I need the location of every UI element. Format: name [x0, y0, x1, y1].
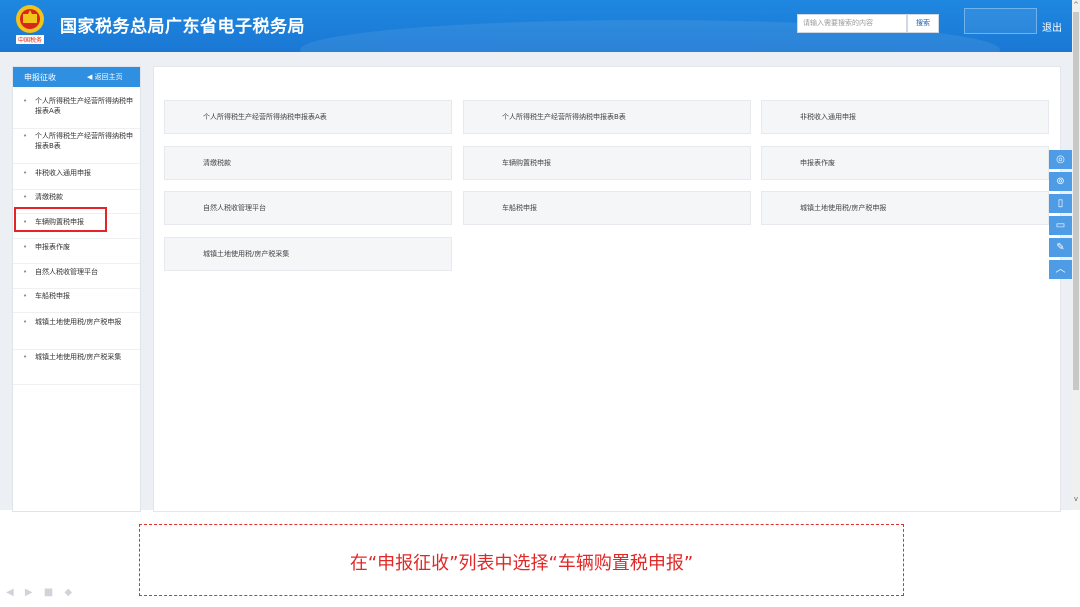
- card-pit-b[interactable]: 个人所得税生产经营所得纳税申报表B表: [463, 100, 751, 134]
- bullet-icon: •: [23, 292, 28, 300]
- sidebar-item-label: 清缴税款: [35, 193, 63, 201]
- sidebar-title: 申报征收: [24, 73, 56, 82]
- tablet-icon[interactable]: ▭: [1049, 216, 1072, 235]
- sidebar-header: 申报征收 ◀ 返回主页: [13, 67, 140, 87]
- back-arrow-icon: ◀: [87, 73, 95, 81]
- caption-text: 在“申报征收”列表中选择“车辆购置税申报”: [349, 553, 694, 574]
- sidebar-item-label: 车船税申报: [35, 292, 70, 300]
- slide-nav-icons[interactable]: ◀ ▶ ■ ◆: [6, 587, 76, 598]
- search-input[interactable]: 请输入需要搜索的内容: [797, 14, 907, 33]
- content-panel: 个人所得税生产经营所得纳税申报表A表 个人所得税生产经营所得纳税申报表B表 非税…: [153, 66, 1061, 512]
- bullet-icon: •: [23, 97, 28, 105]
- bullet-icon: •: [23, 318, 28, 326]
- weibo-icon[interactable]: ⊚: [1049, 172, 1072, 191]
- sidebar-item-land-tax-declare[interactable]: • 城镇土地使用税/房产税申报: [13, 317, 140, 350]
- card-vehicle-vessel-tax[interactable]: 车船税申报: [463, 191, 751, 225]
- emblem-text: 中国税务: [18, 36, 42, 44]
- bullet-icon: •: [23, 169, 28, 177]
- side-toolbar: ◎ ⊚ ▯ ▭ ✎ ︿: [1049, 150, 1072, 282]
- search-button[interactable]: 搜索: [907, 14, 939, 33]
- return-home-link[interactable]: ◀ 返回主页: [87, 72, 123, 82]
- sidebar-item-label: 自然人税收管理平台: [35, 268, 98, 276]
- sidebar-item-pit-b[interactable]: • 个人所得税生产经营所得纳税申报表B表: [13, 131, 140, 164]
- sidebar-item-label: 个人所得税生产经营所得纳税申报表A表: [35, 97, 133, 115]
- sidebar-item-label: 申报表作废: [35, 243, 70, 251]
- scrollbar-thumb[interactable]: [1073, 12, 1079, 390]
- card-vehicle-purchase-tax[interactable]: 车辆购置税申报: [463, 146, 751, 180]
- card-land-tax-declare[interactable]: 城镇土地使用税/房产税申报: [761, 191, 1049, 225]
- bullet-icon: •: [23, 193, 28, 201]
- card-natural-person[interactable]: 自然人税收管理平台: [164, 191, 452, 225]
- sidebar-item-pit-a[interactable]: • 个人所得税生产经营所得纳税申报表A表: [13, 96, 140, 129]
- site-title: 国家税务总局广东省电子税务局: [60, 17, 305, 37]
- sidebar-item-label: 非税收入通用申报: [35, 169, 91, 177]
- sidebar-item-vehicle-vessel-tax[interactable]: • 车船税申报: [13, 291, 140, 313]
- sidebar-item-non-tax[interactable]: • 非税收入通用申报: [13, 168, 140, 190]
- page-scrollbar[interactable]: ^ v: [1072, 0, 1080, 510]
- sidebar-item-void-declaration[interactable]: • 申报表作废: [13, 242, 140, 264]
- sidebar-item-label: 个人所得税生产经营所得纳税申报表B表: [35, 132, 133, 150]
- bullet-icon: •: [23, 243, 28, 251]
- bullet-icon: •: [23, 268, 28, 276]
- logout-link[interactable]: 退出: [1042, 19, 1062, 34]
- bullet-icon: •: [23, 353, 28, 361]
- edit-icon[interactable]: ✎: [1049, 238, 1072, 257]
- tax-emblem-logo: 中国税务: [16, 5, 44, 44]
- sidebar-item-land-tax-collect[interactable]: • 城镇土地使用税/房产税采集: [13, 352, 140, 385]
- instruction-caption: 在“申报征收”列表中选择“车辆购置税申报”: [139, 524, 904, 596]
- card-void-declaration[interactable]: 申报表作废: [761, 146, 1049, 180]
- sidebar-item-natural-person[interactable]: • 自然人税收管理平台: [13, 267, 140, 289]
- wechat-icon[interactable]: ◎: [1049, 150, 1072, 169]
- bullet-icon: •: [23, 132, 28, 140]
- scroll-down-icon[interactable]: v: [1072, 494, 1080, 504]
- card-pit-a[interactable]: 个人所得税生产经营所得纳税申报表A表: [164, 100, 452, 134]
- scroll-up-icon[interactable]: ^: [1072, 0, 1080, 10]
- highlight-box: [14, 207, 107, 232]
- sidebar-item-label: 城镇土地使用税/房产税申报: [35, 318, 122, 326]
- return-home-label: 返回主页: [94, 73, 123, 81]
- main-area: 申报征收 ◀ 返回主页 • 个人所得税生产经营所得纳税申报表A表 • 个人所得税…: [0, 52, 1072, 512]
- header-bar: 中国税务 国家税务总局广东省电子税务局 请输入需要搜索的内容 搜索 退出: [0, 0, 1072, 52]
- sidebar-item-label: 城镇土地使用税/房产税采集: [35, 353, 122, 361]
- mobile-icon[interactable]: ▯: [1049, 194, 1072, 213]
- card-non-tax[interactable]: 非税收入通用申报: [761, 100, 1049, 134]
- card-tax-clearance[interactable]: 清缴税款: [164, 146, 452, 180]
- card-land-tax-collect[interactable]: 城镇土地使用税/房产税采集: [164, 237, 452, 271]
- sidebar: 申报征收 ◀ 返回主页 • 个人所得税生产经营所得纳税申报表A表 • 个人所得税…: [12, 66, 141, 512]
- user-info-box[interactable]: [964, 8, 1037, 34]
- back-to-top-icon[interactable]: ︿: [1049, 260, 1072, 279]
